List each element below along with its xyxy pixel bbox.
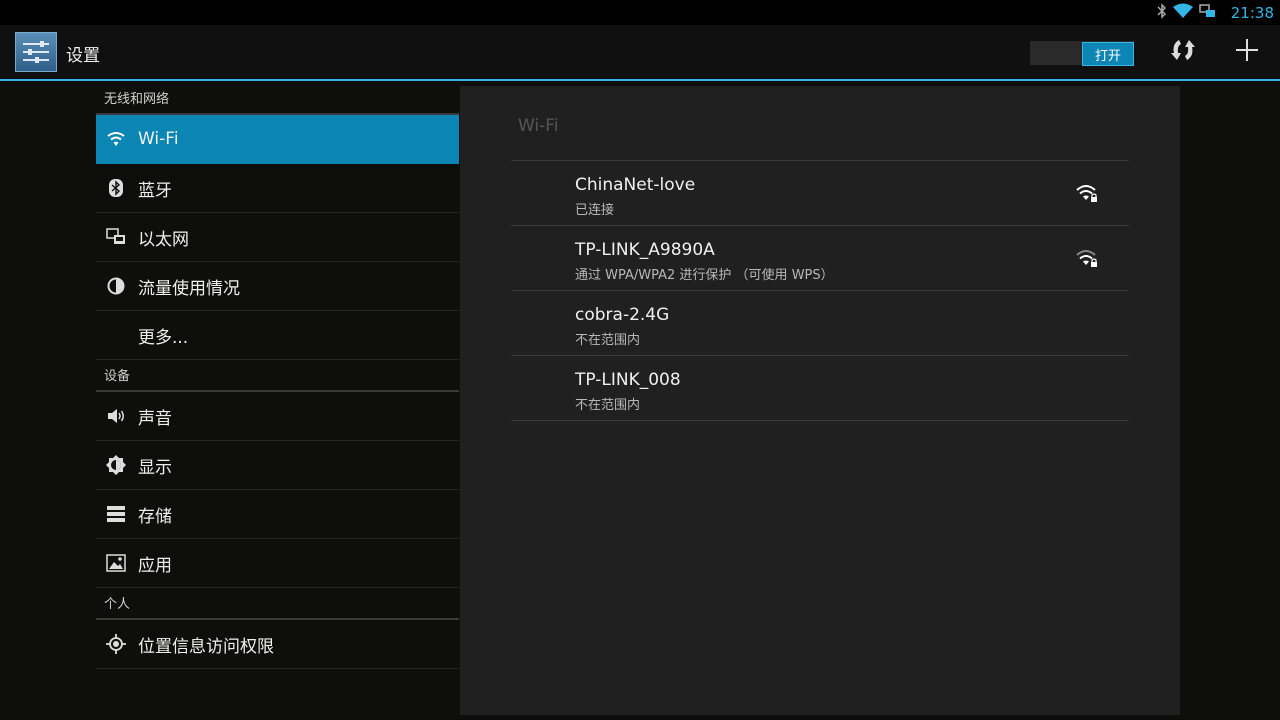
storage-icon: [106, 504, 126, 524]
network-status: 已连接: [575, 203, 615, 218]
bluetooth-icon: [106, 178, 126, 198]
menu-item-storage[interactable]: 存储: [96, 490, 459, 539]
status-bar: 21:38: [0, 0, 1280, 25]
wifi-toggle-label: 打开: [1082, 42, 1134, 66]
menu-item-display[interactable]: 显示: [96, 441, 459, 490]
refresh-scan-button[interactable]: [1166, 35, 1200, 69]
wifi-icon: [106, 129, 126, 149]
menu-item-data-usage[interactable]: 流量使用情况: [96, 262, 459, 311]
network-item[interactable]: TP-LINK_008 不在范围内: [511, 356, 1129, 421]
network-item[interactable]: cobra-2.4G 不在范围内: [511, 291, 1129, 356]
speaker-icon: [106, 406, 126, 426]
network-name: cobra-2.4G: [575, 305, 670, 325]
ethernet-icon: [1199, 3, 1217, 23]
wifi-icon: [1172, 3, 1193, 23]
apps-icon: [106, 553, 126, 573]
network-name: TP-LINK_A9890A: [575, 240, 715, 260]
settings-app-icon[interactable]: [15, 32, 57, 72]
data-usage-icon: [106, 276, 126, 296]
wifi-lock-icon: [1075, 183, 1099, 203]
wifi-toggle-switch[interactable]: 打开: [1030, 41, 1134, 66]
network-status: 通过 WPA/WPA2 进行保护 （可使用 WPS）: [575, 268, 834, 283]
section-header-device: 设备: [96, 360, 459, 392]
network-name: ChinaNet-love: [575, 175, 696, 195]
section-header-personal: 个人: [96, 588, 459, 620]
menu-item-more[interactable]: 更多...: [96, 311, 459, 360]
wifi-panel: Wi-Fi ChinaNet-love 已连接 TP-LINK_A9890A 通…: [460, 86, 1180, 715]
bluetooth-icon: [1157, 2, 1167, 23]
add-network-button[interactable]: [1230, 35, 1264, 69]
brightness-icon: [106, 455, 126, 475]
settings-menu: 无线和网络 Wi-Fi 蓝牙 以太网 流量使用情况 更多... 设备 声音 显示…: [96, 81, 459, 669]
refresh-scan-icon: [1169, 36, 1197, 68]
action-bar: 设置 打开: [0, 25, 1280, 81]
page-title: 设置: [66, 46, 100, 66]
menu-item-wifi[interactable]: Wi-Fi: [96, 115, 459, 164]
ethernet-icon: [106, 227, 126, 247]
add-icon: [1234, 37, 1260, 67]
network-item[interactable]: TP-LINK_A9890A 通过 WPA/WPA2 进行保护 （可使用 WPS…: [511, 226, 1129, 291]
section-header-wireless: 无线和网络: [96, 81, 459, 115]
wifi-lock-icon: [1075, 248, 1099, 268]
network-item[interactable]: ChinaNet-love 已连接: [511, 161, 1129, 226]
menu-item-sound[interactable]: 声音: [96, 392, 459, 441]
network-name: TP-LINK_008: [575, 370, 681, 390]
menu-item-location[interactable]: 位置信息访问权限: [96, 620, 459, 669]
location-icon: [106, 634, 126, 654]
menu-item-ethernet[interactable]: 以太网: [96, 213, 459, 262]
status-clock: 21:38: [1230, 3, 1274, 22]
network-status: 不在范围内: [575, 398, 641, 413]
menu-item-apps[interactable]: 应用: [96, 539, 459, 588]
network-list: ChinaNet-love 已连接 TP-LINK_A9890A 通过 WPA/…: [511, 160, 1129, 421]
panel-title: Wi-Fi: [518, 116, 559, 136]
network-status: 不在范围内: [575, 333, 641, 348]
menu-item-bluetooth[interactable]: 蓝牙: [96, 164, 459, 213]
